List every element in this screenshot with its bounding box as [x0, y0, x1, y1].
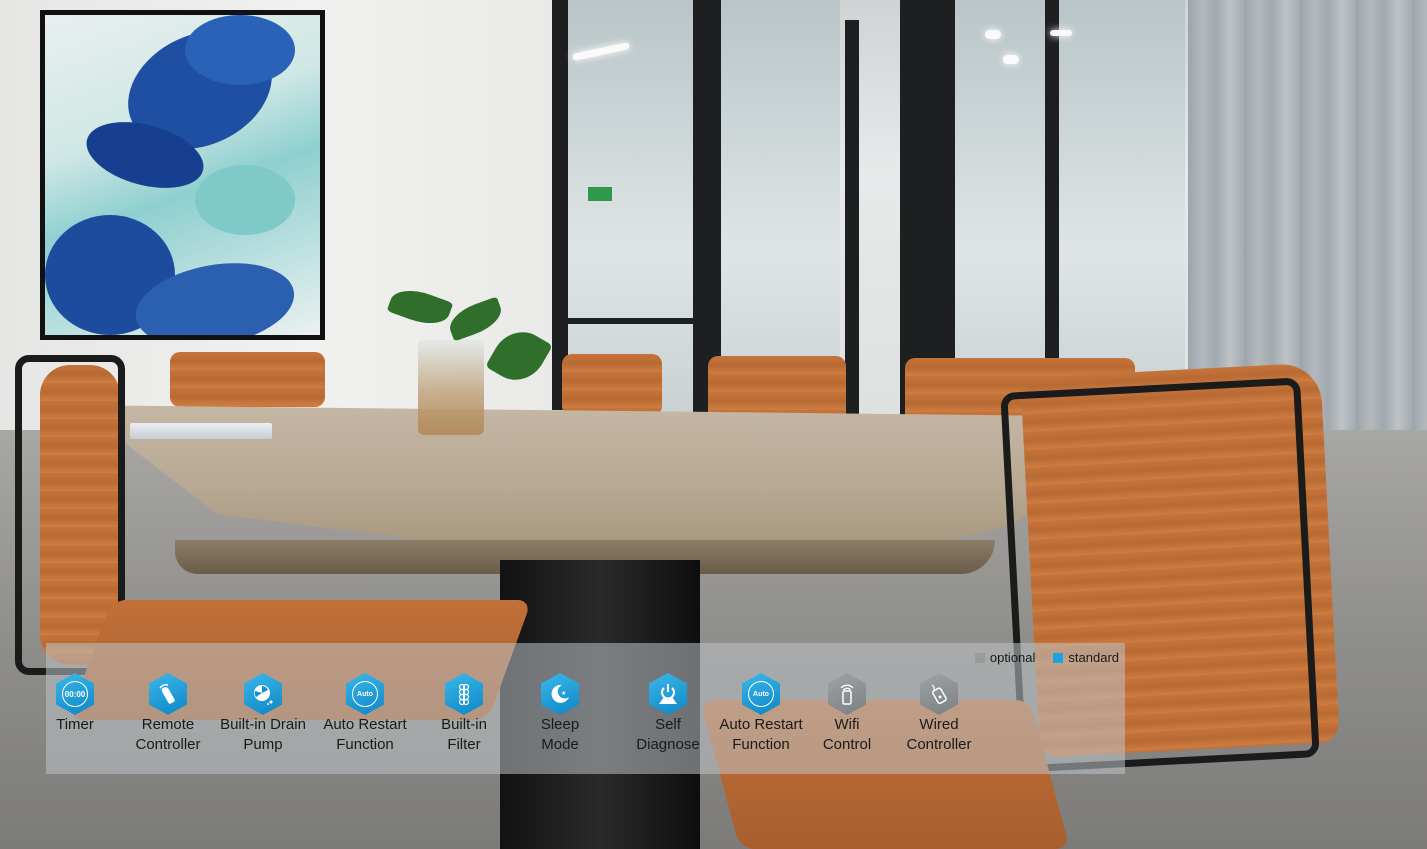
feature-label: Built-in Drain Pump — [220, 716, 306, 753]
feature-label: Auto Restart Function — [719, 716, 803, 753]
feature-label: Sleep Mode — [540, 716, 580, 753]
glass-partition — [955, 0, 1185, 420]
legend-standard-label: standard — [1068, 650, 1119, 665]
auto-restart-icon: Auto — [346, 673, 384, 715]
ceiling-light — [985, 30, 1001, 39]
door-frame — [1045, 0, 1059, 360]
feature-label: Wired Controller — [906, 716, 972, 753]
feature-label: Built-in Filter — [441, 716, 487, 753]
auto-badge: Auto — [748, 681, 774, 707]
self-diagnose-icon — [649, 673, 687, 715]
legend-optional: optional — [974, 650, 1036, 665]
feature-label: Self Diagnose — [636, 716, 700, 753]
feature-label: Timer — [56, 716, 94, 733]
legend: optional standard — [974, 650, 1119, 665]
ceiling-light — [1050, 30, 1072, 36]
abstract-painting — [40, 10, 325, 340]
feature-label: Remote Controller — [135, 716, 201, 753]
exit-sign — [588, 187, 612, 201]
chair — [562, 354, 662, 416]
door-frame — [845, 20, 859, 430]
feature-label: Wifi Control — [822, 716, 872, 753]
timer-icon: 00:00 — [56, 673, 94, 715]
door-frame — [552, 0, 568, 410]
feature-wired-controller: Wired Controller — [884, 673, 994, 755]
window-rail — [568, 318, 693, 324]
feature-panel: optional standard 00:00 Timer Remote Con… — [46, 643, 1125, 774]
legend-optional-label: optional — [989, 650, 1036, 665]
ceiling-light — [1003, 55, 1019, 64]
auto-badge: Auto — [352, 681, 378, 707]
feature-drain-pump: Built-in Drain Pump — [208, 673, 318, 755]
legend-optional-swatch — [974, 652, 985, 663]
book — [130, 423, 272, 439]
feature-remote-controller: Remote Controller — [113, 673, 223, 755]
drain-pump-icon — [244, 673, 282, 715]
wired-controller-icon — [920, 673, 958, 715]
feature-auto-restart: Auto Auto Restart Function — [310, 673, 420, 755]
legend-standard: standard — [1053, 650, 1119, 665]
chair — [170, 352, 325, 407]
feature-label: Auto Restart Function — [323, 716, 407, 753]
glass-vase — [418, 340, 484, 435]
feature-filter: Built-in Filter — [409, 673, 519, 755]
feature-sleep-mode: ★ Sleep Mode — [505, 673, 615, 755]
svg-text:★: ★ — [561, 690, 566, 697]
auto-restart-icon: Auto — [742, 673, 780, 715]
sleep-mode-icon: ★ — [541, 673, 579, 715]
wifi-control-icon — [828, 673, 866, 715]
legend-standard-swatch — [1053, 652, 1064, 663]
filter-icon — [445, 673, 483, 715]
timer-readout: 00:00 — [62, 681, 88, 707]
remote-controller-icon — [149, 673, 187, 715]
